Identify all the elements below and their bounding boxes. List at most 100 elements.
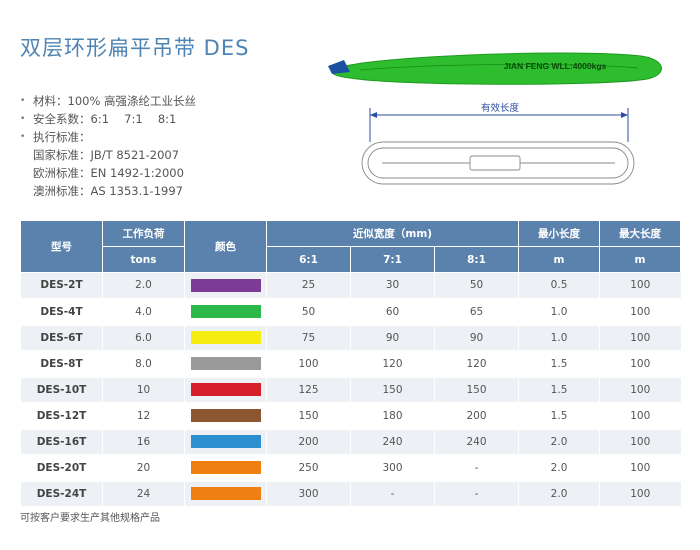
cell-wll: 2.0 — [102, 272, 185, 300]
header-ratio-6: 6:1 — [266, 246, 351, 273]
cell-width-8: 240 — [433, 428, 519, 456]
cell-wll: 16 — [102, 428, 185, 456]
bullet-icon: • — [20, 96, 26, 106]
cell-width-6: 25 — [266, 272, 351, 300]
cell-max-length: 100 — [599, 428, 681, 456]
cell-model: DES-4T — [20, 298, 103, 326]
color-swatch — [190, 461, 261, 474]
cell-model: DES-24T — [20, 480, 103, 508]
color-swatch — [190, 409, 261, 422]
color-swatch — [190, 487, 261, 500]
cell-model: DES-8T — [20, 350, 103, 378]
cell-model: DES-16T — [20, 428, 103, 456]
color-swatch — [190, 357, 261, 370]
spec-standard: • 执行标准： — [20, 128, 196, 146]
cell-width-6: 75 — [266, 324, 351, 352]
header-wll-unit: tons — [102, 246, 185, 273]
table-row: DES-12T 12 150 180 200 1.5 100 — [20, 402, 681, 430]
cell-color — [184, 402, 267, 430]
cell-model: DES-6T — [20, 324, 103, 352]
cell-min-length: 1.0 — [518, 298, 600, 326]
table-row: DES-24T 24 300- -2.0 100 — [20, 480, 681, 508]
sling-illustration: JIAN FENG WLL:4000kgs 有效长度 — [328, 52, 662, 185]
cell-min-length: 1.5 — [518, 402, 600, 430]
cell-width-8: 50 — [433, 272, 519, 300]
cell-wll: 4.0 — [102, 298, 185, 326]
header-model: 型号 — [20, 220, 103, 273]
table-row: DES-8T 8.0 100 120 120 1.5 100 — [20, 350, 681, 378]
cell-wll: 24 — [102, 480, 185, 508]
cell-width-6: 250 — [266, 454, 351, 482]
length-dimension: 有效长度 — [369, 102, 629, 142]
green-sling-image: JIAN FENG WLL:4000kgs — [328, 52, 662, 85]
header-max-unit: m — [599, 246, 682, 273]
header-color: 颜色 — [184, 220, 267, 273]
cell-width-8: - — [433, 480, 519, 508]
page-title: 双层环形扁平吊带 DES — [20, 36, 250, 60]
cell-min-length: 1.5 — [518, 376, 600, 404]
cell-width-6: 125 — [266, 376, 351, 404]
spec-standard-label: 执行标准： — [33, 130, 91, 144]
table-row: DES-4T 4.0 50 60 65 1.0 100 — [20, 298, 681, 326]
cell-color — [184, 324, 267, 352]
sling-band-text: JIAN FENG WLL:4000kgs — [504, 61, 607, 71]
header-width: 近似宽度（mm) — [265, 220, 520, 247]
cell-max-length: 100 — [599, 350, 681, 378]
cell-width-7: 30 — [350, 272, 435, 300]
color-swatch — [190, 305, 261, 318]
cell-model: DES-2T — [20, 272, 103, 300]
cell-wll: 10 — [102, 376, 185, 404]
cell-min-length: 2.0 — [518, 454, 600, 482]
cell-min-length: 0.5 — [518, 272, 600, 300]
color-swatch — [190, 383, 261, 396]
spec-safety: • 安全系数：6:1 7:1 8:1 — [20, 110, 196, 128]
cell-width-6: 300 — [266, 480, 351, 508]
spec-safety-text: 安全系数：6:1 7:1 8:1 — [33, 112, 177, 126]
standard-australian: 澳洲标准：AS 1353.1-1997 — [33, 184, 183, 198]
header-min-unit: m — [518, 246, 601, 273]
table-row: DES-20T 20 250 300-2.0 100 — [20, 454, 681, 482]
cell-wll: 12 — [102, 402, 185, 430]
cell-color — [184, 376, 267, 404]
cell-wll: 6.0 — [102, 324, 185, 352]
cell-width-6: 50 — [266, 298, 351, 326]
cell-max-length: 100 — [599, 298, 681, 326]
cell-max-length: 100 — [599, 402, 681, 430]
table-row: DES-10T 10 125 150 150 1.5 100 — [20, 376, 681, 404]
cell-width-7: 60 — [350, 298, 435, 326]
cell-min-length: 2.0 — [518, 480, 600, 508]
color-swatch — [190, 278, 261, 292]
cell-max-length: 100 — [599, 272, 681, 300]
cell-color — [184, 454, 267, 482]
cell-width-7: 150 — [350, 376, 435, 404]
cell-min-length: 2.0 — [518, 428, 600, 456]
cell-wll: 20 — [102, 454, 185, 482]
cell-width-6: 150 — [266, 402, 351, 430]
cell-width-8: 65 — [433, 298, 519, 326]
cell-model: DES-12T — [20, 402, 103, 430]
spec-list: • 材料：100% 高强涤纶工业长丝 • 安全系数：6:1 7:1 8:1 • … — [20, 92, 196, 200]
table-body: DES-2T 2.0 25 30 50 0.5 100 DES-4T 4.0 50 60 65 1.0 1… — [20, 272, 681, 508]
cell-color — [184, 272, 267, 300]
cell-color — [184, 428, 267, 456]
cell-model: DES-10T — [20, 376, 103, 404]
standard-national: 国家标准：JB/T 8521-2007 — [33, 148, 180, 162]
header-ratio-7: 7:1 — [350, 246, 435, 273]
sling-outline-diagram — [361, 141, 635, 185]
cell-max-length: 100 — [599, 376, 681, 404]
cell-width-6: 200 — [266, 428, 351, 456]
cell-color — [184, 350, 267, 378]
spec-material-text: 材料：100% 高强涤纶工业长丝 — [33, 94, 197, 108]
cell-width-7: - — [350, 480, 435, 508]
color-swatch — [190, 331, 261, 344]
cell-width-8: 120 — [433, 350, 519, 378]
cell-width-8: - — [433, 454, 519, 482]
header-wll: 工作负荷 — [102, 220, 185, 247]
cell-model: DES-20T — [20, 454, 103, 482]
cell-max-length: 100 — [599, 324, 681, 352]
length-label: 有效长度 — [481, 102, 520, 114]
header-min-length: 最小长度 — [518, 220, 601, 247]
table-row: DES-2T 2.0 25 30 50 0.5 100 — [20, 272, 681, 300]
cell-width-7: 180 — [350, 402, 435, 430]
cell-width-8: 150 — [433, 376, 519, 404]
